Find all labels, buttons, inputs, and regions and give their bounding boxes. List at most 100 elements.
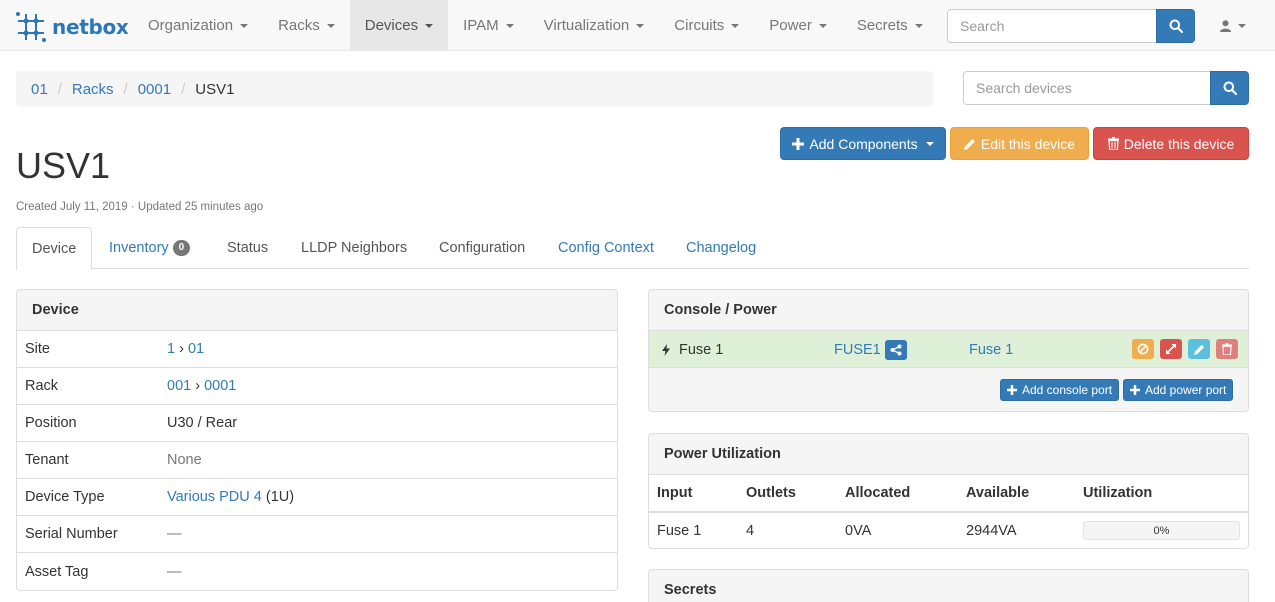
- power-utilization-heading: Power Utilization: [649, 434, 1248, 475]
- site-key: Site: [25, 341, 50, 357]
- secrets-heading: Secrets: [649, 570, 1248, 602]
- nav-circuits[interactable]: Circuits: [659, 0, 754, 51]
- nav-power-label: Power: [769, 17, 812, 34]
- brand-logo[interactable]: netbox: [16, 12, 129, 42]
- trash-icon: [1222, 343, 1232, 355]
- delete-device-label: Delete this device: [1123, 135, 1235, 152]
- tab-changelog-label: Changelog: [686, 240, 757, 256]
- tab-changelog[interactable]: Changelog: [686, 227, 756, 269]
- tab-status-label: Status: [227, 240, 269, 256]
- breadcrumb-rack[interactable]: 0001: [138, 81, 171, 98]
- peer-device-link[interactable]: FUSE1: [834, 342, 881, 358]
- chevron-down-icon: [636, 23, 645, 28]
- tab-device-label: Device: [32, 240, 77, 257]
- edit-device-label: Edit this device: [980, 135, 1076, 152]
- chevron-down-icon: [425, 23, 434, 28]
- nav-virtualization[interactable]: Virtualization: [529, 0, 660, 51]
- nav-virtualization-label: Virtualization: [543, 17, 630, 34]
- power-port-name: Fuse 1: [662, 331, 723, 368]
- site-row: Site 1 › 01: [17, 331, 617, 368]
- netbox-logo-icon: [16, 12, 46, 42]
- tab-lldp-neighbors[interactable]: LLDP Neighbors: [301, 227, 407, 269]
- search-icon: [1169, 19, 1183, 33]
- power-port-row: Fuse 1 FUSE1 Fuse 1: [649, 331, 1248, 368]
- add-components-label: Add Components: [809, 135, 918, 152]
- peer-device: FUSE1: [834, 331, 907, 368]
- site-separator: ›: [179, 341, 184, 357]
- nav-organization-label: Organization: [148, 17, 234, 34]
- serial-row: Serial Number —: [17, 516, 617, 553]
- rack-link[interactable]: 0001: [204, 378, 236, 394]
- user-menu[interactable]: [1220, 0, 1246, 51]
- nav-ipam[interactable]: IPAM: [448, 0, 529, 51]
- device-type-value: Various PDU 4 (1U): [167, 489, 294, 505]
- breadcrumb-site[interactable]: 01: [31, 81, 48, 98]
- table-row: Fuse 1 4 0VA 2944VA 0%: [649, 512, 1248, 548]
- tab-configuration[interactable]: Configuration: [439, 227, 525, 269]
- nav-ipam-label: IPAM: [463, 17, 499, 34]
- tenant-value: None: [167, 452, 202, 468]
- tab-config-context-label: Config Context: [558, 240, 654, 256]
- tab-status[interactable]: Status: [227, 227, 268, 269]
- utilization-cell: 0%: [1075, 512, 1248, 548]
- cable-button[interactable]: [1160, 339, 1182, 359]
- chevron-down-icon: [326, 23, 335, 28]
- nav-secrets[interactable]: Secrets: [842, 0, 938, 51]
- chevron-down-icon: [1238, 23, 1246, 28]
- trace-button[interactable]: [884, 339, 907, 360]
- region-link[interactable]: 1: [167, 341, 175, 357]
- delete-device-button[interactable]: Delete this device: [1093, 127, 1249, 160]
- add-components-button[interactable]: Add Components: [780, 127, 946, 160]
- disconnect-button[interactable]: [1132, 339, 1154, 359]
- rack-group-link[interactable]: 001: [167, 378, 191, 394]
- power-port-actions: [1132, 339, 1238, 359]
- page-title: USV1: [16, 145, 111, 186]
- column-header: Available: [958, 475, 1075, 513]
- chevron-down-icon: [818, 23, 827, 28]
- nav-racks-label: Racks: [278, 17, 320, 34]
- nav-devices[interactable]: Devices: [349, 0, 449, 51]
- nav-secrets-label: Secrets: [856, 17, 908, 34]
- site-link[interactable]: 01: [188, 341, 204, 357]
- input-cell: Fuse 1: [657, 522, 702, 539]
- share-icon: [890, 344, 902, 355]
- tab-inventory[interactable]: Inventory 0: [109, 227, 191, 269]
- breadcrumb-separator: /: [181, 80, 186, 98]
- chevron-down-icon: [925, 141, 934, 146]
- global-search-input[interactable]: [947, 9, 1157, 43]
- page-subtitle: Created July 11, 2019 · Updated 25 minut…: [16, 201, 264, 213]
- device-search-button[interactable]: [1210, 71, 1249, 105]
- position-key: Position: [25, 415, 77, 431]
- nav-devices-label: Devices: [364, 17, 419, 34]
- device-panel-heading: Device: [17, 290, 617, 331]
- tab-device[interactable]: Device: [16, 227, 93, 270]
- add-console-port-button[interactable]: Add console port: [1000, 379, 1120, 401]
- breadcrumb-racks[interactable]: Racks: [72, 81, 114, 98]
- nav-power[interactable]: Power: [754, 0, 842, 51]
- add-power-port-button[interactable]: Add power port: [1123, 379, 1234, 401]
- peer-port-link[interactable]: Fuse 1: [969, 342, 1013, 358]
- delete-port-button[interactable]: [1216, 339, 1238, 359]
- chevron-down-icon: [731, 23, 740, 28]
- global-search-button[interactable]: [1156, 9, 1195, 43]
- power-utilization-table: Input Outlets Allocated Available Utiliz…: [649, 475, 1248, 548]
- peer-port: Fuse 1: [969, 331, 1013, 368]
- rack-key: Rack: [25, 378, 59, 394]
- device-type-key: Device Type: [25, 489, 105, 505]
- device-type-height: (1U): [265, 489, 295, 505]
- edit-port-button[interactable]: [1188, 339, 1210, 359]
- plus-icon: [792, 137, 805, 150]
- device-type-link[interactable]: Various PDU 4: [167, 489, 262, 505]
- plus-icon: [1130, 385, 1140, 395]
- add-console-port-label: Add console port: [1022, 383, 1113, 397]
- tab-config-context[interactable]: Config Context: [558, 227, 654, 269]
- edit-device-button[interactable]: Edit this device: [950, 127, 1089, 160]
- device-search-input[interactable]: [963, 71, 1211, 105]
- bolt-icon: [662, 343, 670, 356]
- breadcrumb-separator: /: [57, 80, 62, 98]
- utilization-label: 0%: [1153, 524, 1170, 537]
- nav-organization[interactable]: Organization: [133, 0, 263, 51]
- allocated-cell: 0VA: [845, 522, 872, 539]
- user-icon: [1220, 19, 1231, 32]
- nav-racks[interactable]: Racks: [263, 0, 350, 51]
